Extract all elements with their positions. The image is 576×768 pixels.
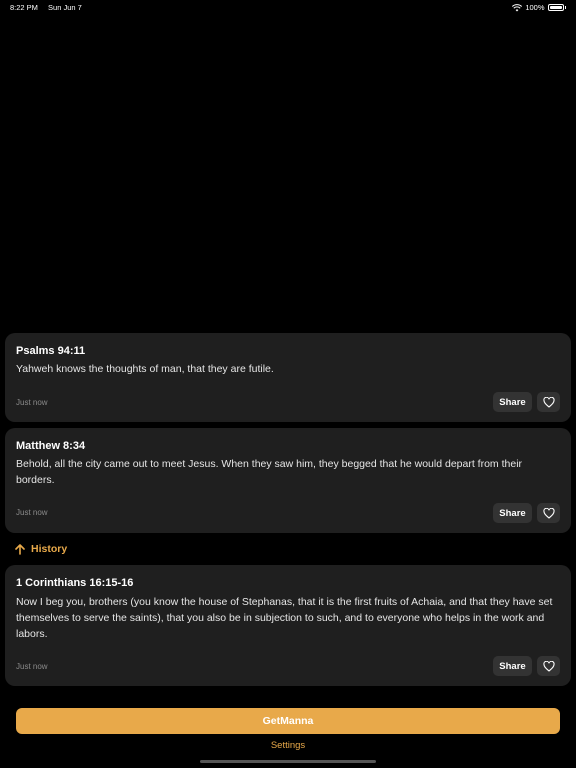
favorite-button[interactable] [537,392,560,412]
home-indicator [200,760,376,763]
verse-timestamp: Just now [16,662,48,671]
verse-timestamp: Just now [16,398,48,407]
verse-text: Now I beg you, brothers (you know the ho… [16,596,553,640]
favorite-button[interactable] [537,503,560,523]
favorite-button[interactable] [537,656,560,676]
heart-icon [542,507,555,519]
history-toggle[interactable]: History [15,543,67,555]
verse-timestamp: Just now [16,508,48,517]
get-manna-button[interactable]: GetManna [16,708,560,734]
verse-reference: Psalms 94:11 [16,345,86,357]
battery-percent: 100% [525,3,545,12]
status-left: 8:22 PM Sun Jun 7 [10,3,82,12]
status-bar: 8:22 PM Sun Jun 7 100% [0,0,576,14]
status-date: Sun Jun 7 [48,3,82,12]
history-label: History [31,543,68,555]
battery-icon [547,4,564,11]
arrow-up-icon [15,543,25,555]
verse-card: Matthew 8:34 Behold, all the city came o… [5,428,571,533]
status-time: 8:22 PM [10,3,38,12]
history-verse-card: 1 Corinthians 16:15-16 Now I beg you, br… [5,565,571,686]
verse-card: Psalms 94:11 Yahweh knows the thoughts o… [5,333,571,422]
heart-icon [542,660,555,672]
share-button[interactable]: Share [493,392,532,412]
verse-reference: 1 Corinthians 16:15-16 [16,577,134,589]
verse-text: Yahweh knows the thoughts of man, that t… [16,363,274,375]
status-right: 100% [512,3,566,12]
wifi-icon [512,3,523,11]
heart-icon [542,396,555,408]
verse-reference: Matthew 8:34 [16,440,86,452]
verse-text: Behold, all the city came out to meet Je… [16,458,523,486]
share-button[interactable]: Share [493,656,532,676]
share-button[interactable]: Share [493,503,532,523]
settings-link[interactable]: Settings [0,740,576,751]
